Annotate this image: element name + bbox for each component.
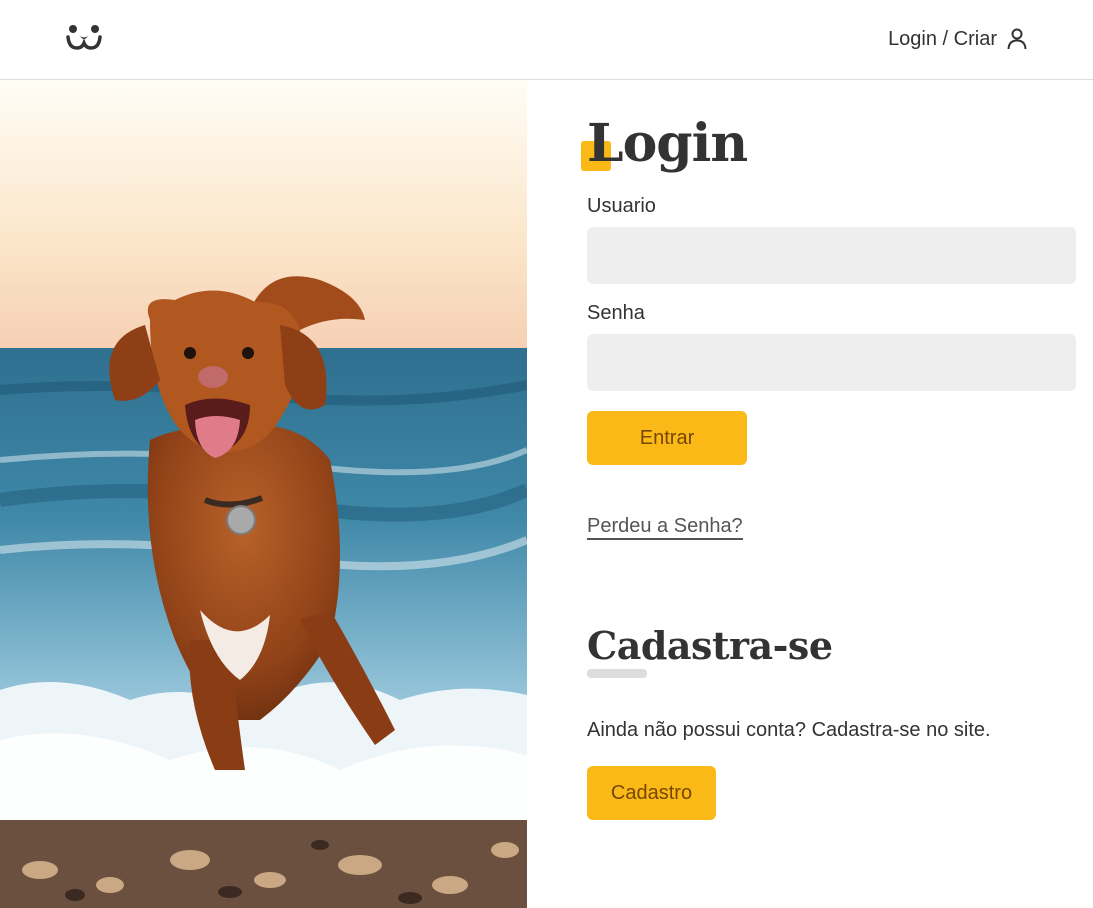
signup-button[interactable]: Cadastro xyxy=(587,766,716,820)
signup-title-underline xyxy=(587,669,647,678)
username-input[interactable] xyxy=(587,227,1076,284)
username-label: Usuario xyxy=(587,195,656,217)
dog-photo xyxy=(0,80,527,908)
lost-password-link[interactable]: Perdeu a Senha? xyxy=(587,514,743,540)
login-submit-button[interactable]: Entrar xyxy=(587,411,747,465)
signup-title: Cadastra-se xyxy=(587,623,833,668)
user-icon xyxy=(1007,28,1027,50)
site-header: Login / Criar xyxy=(0,0,1093,80)
dog-logo-icon[interactable] xyxy=(64,20,104,56)
password-input[interactable] xyxy=(587,334,1076,391)
login-create-link[interactable]: Login / Criar xyxy=(888,24,1029,54)
signup-description: Ainda não possui conta? Cadastra-se no s… xyxy=(587,719,991,741)
page-title: Login xyxy=(587,113,748,174)
password-label: Senha xyxy=(587,302,645,324)
login-create-label: Login / Criar xyxy=(888,27,997,50)
